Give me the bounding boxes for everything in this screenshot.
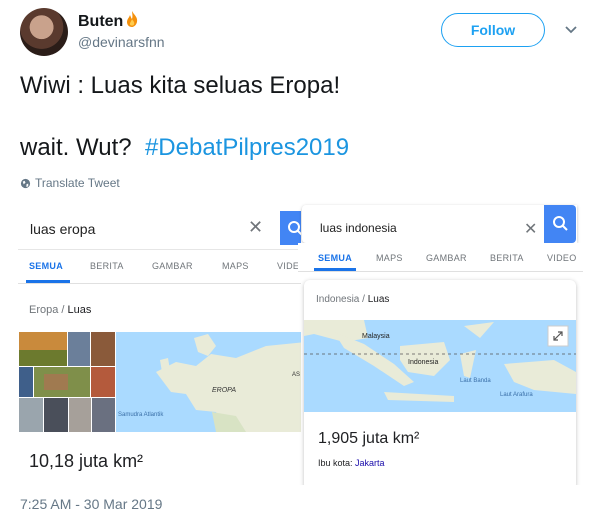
- search-bar-left[interactable]: luas eropa ✕: [18, 205, 301, 250]
- breadcrumb-root[interactable]: Indonesia: [316, 294, 359, 305]
- tweet-timestamp[interactable]: 7:25 AM - 30 Mar 2019: [20, 496, 162, 512]
- screenshot-left: luas eropa ✕ SEMUA BERITA GAMBAR MAPS VI…: [18, 205, 301, 485]
- tab-maps[interactable]: MAPS: [376, 253, 403, 263]
- tab-video[interactable]: VIDE: [277, 261, 299, 271]
- search-query-left[interactable]: luas eropa: [30, 221, 95, 237]
- breadcrumb-right: Indonesia / Luas: [316, 294, 390, 305]
- avatar[interactable]: [20, 8, 68, 56]
- europe-map[interactable]: EROPA Samudra Atlantik AS: [116, 332, 301, 432]
- user-name-row[interactable]: Buten: [78, 10, 139, 31]
- breadcrumb-root[interactable]: Eropa: [29, 304, 58, 316]
- map-label-samudra: Samudra Atlantik: [118, 412, 164, 418]
- follow-button[interactable]: Follow: [441, 13, 545, 47]
- breadcrumb-left: Eropa / Luas: [29, 304, 92, 316]
- area-value-left: 10,18 juta km²: [29, 451, 144, 471]
- capital-link[interactable]: Jakarta: [355, 458, 385, 468]
- map-label-eropa: EROPA: [212, 387, 236, 394]
- indonesia-map[interactable]: Malaysia Indonesia Laut Banda Laut Arafu…: [304, 320, 576, 412]
- breadcrumb-leaf: Luas: [367, 294, 390, 305]
- close-icon[interactable]: ✕: [248, 217, 263, 238]
- user-handle[interactable]: @devinarsfnn: [78, 34, 165, 50]
- search-button-right[interactable]: [544, 205, 576, 243]
- tweet-text-line2: wait. Wut? #DebatPilpres2019: [20, 134, 349, 162]
- user-name[interactable]: Buten: [78, 13, 123, 30]
- tab-gambar[interactable]: GAMBAR: [152, 261, 193, 271]
- tab-gambar[interactable]: GAMBAR: [426, 253, 467, 263]
- tab-berita[interactable]: BERITA: [490, 253, 524, 263]
- tab-video[interactable]: VIDEO: [547, 253, 577, 263]
- translate-tweet[interactable]: Translate Tweet: [20, 176, 120, 190]
- tab-maps[interactable]: MAPS: [222, 261, 249, 271]
- hashtag-link[interactable]: #DebatPilpres2019: [145, 134, 349, 161]
- map-label-laut-arafura: Laut Arafura: [500, 392, 533, 398]
- screenshot-right: luas indonesia ✕ SEMUA MAPS GAMBAR BERIT…: [298, 200, 583, 485]
- close-icon[interactable]: ✕: [524, 219, 537, 239]
- tweet-text-line1: Wiwi : Luas kita seluas Eropa!: [20, 72, 341, 99]
- europe-photo-collage[interactable]: [19, 332, 115, 432]
- active-tab-indicator: [26, 280, 70, 283]
- tab-berita[interactable]: BERITA: [90, 261, 124, 271]
- search-query-right[interactable]: luas indonesia: [320, 221, 397, 235]
- tab-semua[interactable]: SEMUA: [318, 253, 352, 263]
- map-label-laut-banda: Laut Banda: [460, 378, 491, 384]
- capital-row: Ibu kota: Jakarta: [318, 458, 385, 468]
- area-value-right: 1,905 juta km²: [318, 430, 420, 447]
- globe-icon: [20, 178, 31, 188]
- map-label-indonesia: Indonesia: [408, 359, 438, 366]
- breadcrumb-leaf: Luas: [67, 304, 92, 316]
- capital-label: Ibu kota:: [318, 458, 353, 468]
- tweet-text-wait: wait. Wut?: [20, 134, 132, 161]
- map-label-malaysia: Malaysia: [362, 333, 390, 340]
- search-icon: [553, 216, 568, 231]
- tabs-right: SEMUA MAPS GAMBAR BERITA VIDEO: [298, 243, 583, 272]
- chevron-down-icon[interactable]: [564, 25, 578, 35]
- knowledge-card-right: Indonesia / Luas Malaysia Indonesia Laut…: [304, 280, 576, 485]
- tabs-left: SEMUA BERITA GAMBAR MAPS VIDE: [18, 249, 301, 284]
- search-bar-right[interactable]: luas indonesia ✕: [302, 205, 577, 243]
- fire-emoji-icon: [127, 11, 138, 27]
- translate-label[interactable]: Translate Tweet: [35, 176, 120, 190]
- active-tab-indicator: [314, 268, 356, 271]
- tab-semua[interactable]: SEMUA: [29, 261, 63, 271]
